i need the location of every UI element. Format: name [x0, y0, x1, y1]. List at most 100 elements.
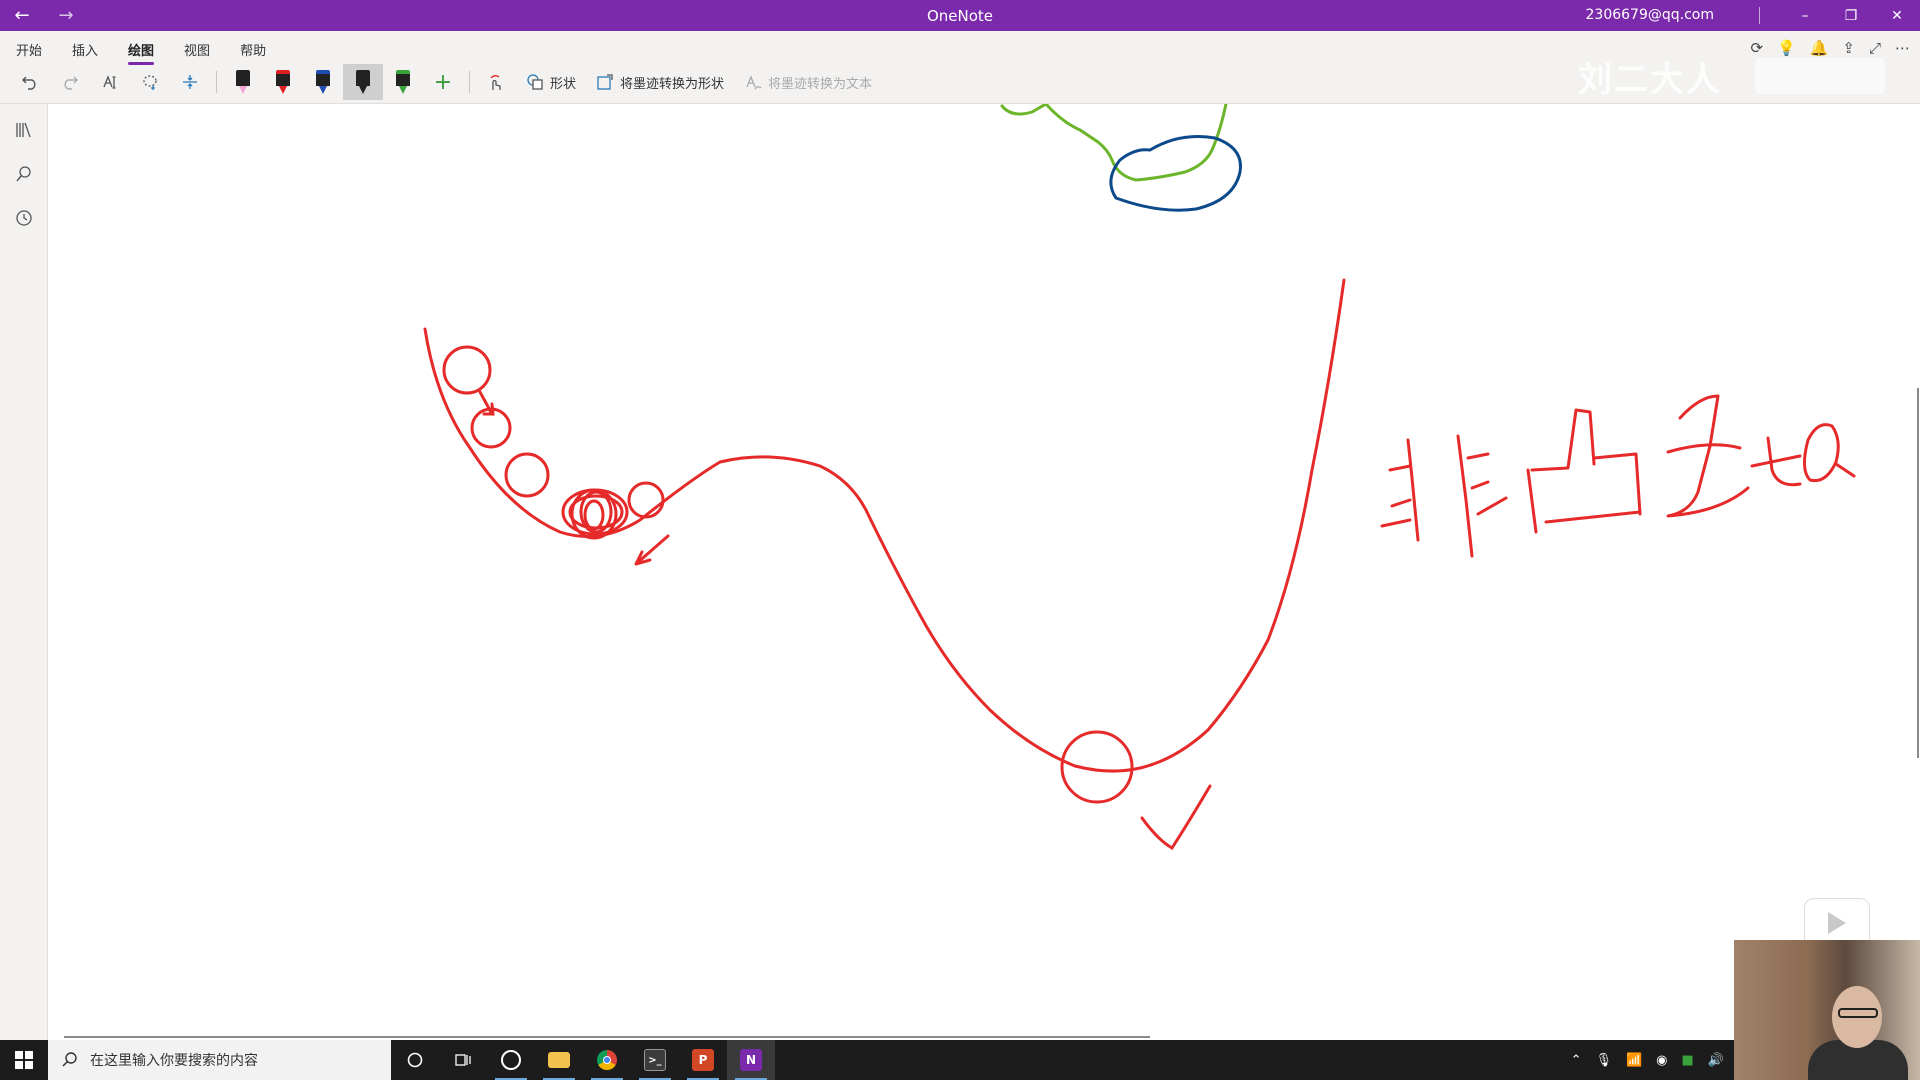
- search-icon: [62, 1052, 77, 1067]
- more-icon[interactable]: ⋯: [1895, 39, 1910, 57]
- red-pen-icon: [276, 70, 290, 94]
- microphone-icon[interactable]: 🎙: [1595, 1053, 1612, 1068]
- ink-drawing: [423, 104, 1856, 851]
- pen-highlighter[interactable]: [223, 64, 263, 100]
- windows-taskbar: 在这里输入你要搜索的内容 >_ P N ⌃ 🎙 📶 ◉ ■ 🔊: [0, 1040, 1734, 1080]
- task-view-button[interactable]: [439, 1040, 487, 1080]
- vertical-scrollbar[interactable]: [1917, 388, 1919, 758]
- notebooks-icon[interactable]: [0, 108, 48, 152]
- ink-to-shape-button[interactable]: 将墨迹转换为形状: [586, 64, 734, 100]
- powerpoint-icon: P: [692, 1049, 714, 1071]
- red-ball-3: [504, 452, 550, 498]
- add-pen-button[interactable]: +: [423, 64, 463, 100]
- taskbar-search-box[interactable]: 在这里输入你要搜索的内容: [48, 1040, 391, 1080]
- red-ball-1: [442, 345, 492, 395]
- bell-icon[interactable]: 🔔: [1810, 39, 1829, 57]
- windows-logo-icon: [15, 1051, 33, 1069]
- taskbar-file-explorer[interactable]: [535, 1040, 583, 1080]
- taskbar-powerpoint[interactable]: P: [679, 1040, 727, 1080]
- tab-help[interactable]: 帮助: [240, 37, 280, 65]
- shapes-button[interactable]: 形状: [516, 64, 586, 100]
- taskbar-terminal[interactable]: >_: [631, 1040, 679, 1080]
- search-icon[interactable]: [0, 152, 48, 196]
- toolbar-separator: [469, 71, 470, 93]
- search-placeholder: 在这里输入你要搜索的内容: [90, 1053, 258, 1069]
- taskbar-onenote[interactable]: N: [727, 1040, 775, 1080]
- presenter-glasses: [1838, 1008, 1878, 1018]
- ribbon-right-actions: ⟳ 💡 🔔 ⇪ ⤢ ⋯: [1750, 39, 1910, 57]
- taskbar-obs[interactable]: [487, 1040, 535, 1080]
- watermark-text: 刘二大人: [1578, 60, 1722, 100]
- terminal-icon: >_: [644, 1049, 666, 1071]
- horizontal-scrollbar[interactable]: [64, 1036, 1150, 1038]
- draw-toolbar: + 形状 将墨迹转换为形状 将墨迹转换为文本: [10, 64, 882, 100]
- left-nav: [0, 104, 48, 1040]
- folder-icon: [548, 1052, 570, 1068]
- tab-view[interactable]: 视图: [184, 37, 224, 65]
- green-tray-icon[interactable]: ■: [1682, 1053, 1694, 1068]
- recent-clock-icon[interactable]: [0, 196, 48, 240]
- pen-black[interactable]: [343, 64, 383, 100]
- tab-draw[interactable]: 绘图: [128, 37, 168, 65]
- ribbon-tabs: 开始 插入 绘图 视图 帮助: [16, 37, 296, 65]
- restore-button[interactable]: ❐: [1828, 0, 1874, 31]
- black-pen-icon: [356, 70, 370, 94]
- lightbulb-icon[interactable]: 💡: [1777, 39, 1796, 57]
- volume-icon[interactable]: 🔊: [1708, 1053, 1724, 1068]
- toolbar-separator: [216, 71, 217, 93]
- red-checkmark: [1140, 784, 1212, 851]
- cortana-button[interactable]: [391, 1040, 439, 1080]
- pen-red[interactable]: [263, 64, 303, 100]
- start-button[interactable]: [0, 1040, 48, 1080]
- fullscreen-icon[interactable]: ⤢: [1869, 39, 1881, 57]
- close-button[interactable]: ✕: [1874, 0, 1920, 31]
- ink-to-shape-icon: [597, 74, 613, 90]
- ink-to-text-label: 将墨迹转换为文本: [768, 76, 873, 92]
- minimize-button[interactable]: –: [1782, 0, 1828, 31]
- title-bar: ← → OneNote 2306679@qq.com – ❐ ✕: [0, 0, 1920, 31]
- account-name[interactable]: 2306679@qq.com: [1586, 0, 1714, 31]
- network-icon[interactable]: 📶: [1626, 1053, 1642, 1068]
- type-select-button[interactable]: [90, 64, 130, 100]
- red-loss-curve: [423, 278, 1346, 773]
- red-handwriting: [1380, 394, 1856, 558]
- obs-icon: [501, 1050, 521, 1070]
- lasso-select-button[interactable]: [130, 64, 170, 100]
- sync-icon[interactable]: ⟳: [1750, 39, 1763, 57]
- green-pen-icon: [396, 70, 410, 94]
- chevron-up-icon[interactable]: ⌃: [1571, 1053, 1582, 1068]
- share-icon[interactable]: ⇪: [1842, 39, 1855, 57]
- highlighter-icon: [236, 70, 250, 94]
- ink-to-text-button[interactable]: 将墨迹转换为文本: [734, 64, 882, 100]
- undo-icon: [22, 76, 36, 90]
- red-ball-minimum: [1060, 730, 1134, 804]
- onenote-icon: N: [740, 1049, 762, 1071]
- red-arrow-2: [634, 534, 670, 566]
- pen-blue[interactable]: [303, 64, 343, 100]
- shapes-label: 形状: [550, 76, 577, 92]
- pen-green[interactable]: [383, 64, 423, 100]
- window-controls: – ❐ ✕: [1782, 0, 1920, 31]
- undo-button[interactable]: [10, 64, 50, 100]
- ink-to-shape-label: 将墨迹转换为形状: [620, 76, 725, 92]
- back-button[interactable]: ←: [0, 0, 44, 31]
- ink-to-text-icon: [746, 75, 762, 90]
- app-tray-icon[interactable]: ◉: [1656, 1053, 1667, 1068]
- insert-space-button[interactable]: [170, 64, 210, 100]
- page-canvas[interactable]: [48, 104, 1920, 1040]
- redo-icon: [64, 76, 78, 90]
- cortana-circle-icon: [407, 1052, 423, 1068]
- system-tray: ⌃ 🎙 📶 ◉ ■ 🔊: [1571, 1040, 1724, 1080]
- shapes-icon: [527, 74, 543, 90]
- forward-button[interactable]: →: [44, 0, 88, 31]
- presenter-webcam: [1734, 940, 1920, 1080]
- redo-button[interactable]: [50, 64, 90, 100]
- plus-icon: +: [433, 69, 453, 95]
- tab-home[interactable]: 开始: [16, 37, 56, 65]
- taskbar-chrome[interactable]: [583, 1040, 631, 1080]
- title-separator: [1759, 7, 1760, 24]
- text-cursor-icon: [103, 75, 116, 89]
- ink-replay-button[interactable]: [476, 64, 516, 100]
- tab-insert[interactable]: 插入: [72, 37, 112, 65]
- chrome-icon: [597, 1050, 617, 1070]
